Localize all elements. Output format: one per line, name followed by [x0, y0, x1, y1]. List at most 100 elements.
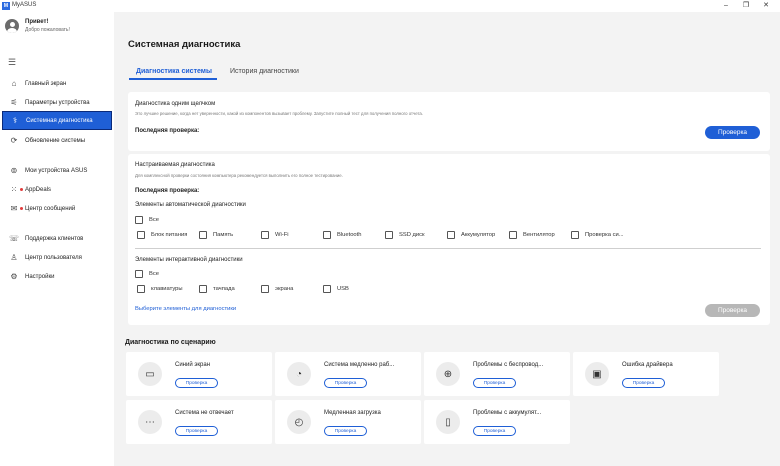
apps-grid-icon: ⁙	[5, 185, 23, 194]
interactive-item-keyboard-checkbox[interactable]: клавиатуры	[137, 285, 183, 293]
tab-system-diagnosis[interactable]: Диагностика системы	[136, 68, 212, 75]
one-click-last-check: Последняя проверка:	[135, 128, 200, 134]
scenario-section-title: Диагностика по сценарию	[125, 339, 216, 346]
sidebar: Привет! Добро пожаловать! ☰ ⌂ Главный эк…	[0, 12, 113, 466]
scenario-check-button[interactable]: Проверка	[175, 378, 218, 388]
sidebar-item-system-update[interactable]: ⟳ Обновление системы	[2, 131, 112, 150]
headset-icon: ☏	[8, 234, 19, 243]
interactive-item-usb-checkbox[interactable]: USB	[323, 285, 349, 293]
interactive-diagnosis-label: Элементы интерактивной диагностики	[135, 257, 243, 263]
app-logo-icon: M	[2, 2, 10, 10]
scenario-check-button[interactable]: Проверка	[473, 378, 516, 388]
checkbox-box[interactable]	[323, 231, 331, 239]
sidebar-item-customer-support[interactable]: ☏ Поддержка клиентов	[2, 229, 112, 248]
auto-item-bluetooth-checkbox[interactable]: Bluetooth	[323, 231, 362, 239]
one-click-diagnosis-card: Диагностика одним щелчком Это лучшее реш…	[128, 92, 770, 151]
scenario-title: Ошибка драйвера	[622, 362, 673, 368]
globe-icon: ⊕	[436, 362, 460, 386]
checkbox-box[interactable]	[447, 231, 455, 239]
sidebar-item-label: Центр пользователя	[25, 254, 82, 261]
checkbox-box[interactable]	[261, 231, 269, 239]
checkbox-box[interactable]	[135, 216, 143, 224]
scenario-card-blue-screen: ▭ Синий экран Проверка	[126, 352, 272, 396]
checkbox-box[interactable]	[385, 231, 393, 239]
scenario-card-not-responding: ⋯ Система не отвечает Проверка	[126, 400, 272, 444]
maximize-button[interactable]: ❐	[740, 1, 752, 11]
greeting-title: Привет!	[25, 19, 49, 25]
checkbox-box[interactable]	[509, 231, 517, 239]
sidebar-item-message-center[interactable]: ✉ Центр сообщений	[2, 199, 112, 218]
checkbox-box[interactable]	[323, 285, 331, 293]
sidebar-item-user-center[interactable]: ♙ Центр пользователя	[2, 248, 112, 267]
scenario-title: Проблемы с аккумулят...	[473, 410, 542, 416]
update-icon: ⟳	[10, 136, 18, 145]
auto-item-system-check-checkbox[interactable]: Проверка си...	[571, 231, 624, 239]
scenario-card-wireless: ⊕ Проблемы с беспровод... Проверка	[424, 352, 570, 396]
sidebar-item-settings[interactable]: ⚙ Настройки	[2, 267, 112, 286]
one-click-title: Диагностика одним щелчком	[135, 101, 216, 107]
auto-item-battery-checkbox[interactable]: Аккумулятор	[447, 231, 495, 239]
gear-icon: ⚙	[10, 272, 18, 281]
home-icon: ⌂	[11, 79, 17, 88]
tab-diagnosis-history[interactable]: История диагностики	[230, 68, 299, 75]
sidebar-item-my-devices[interactable]: ⊚ Мои устройства ASUS	[2, 161, 112, 180]
user-icon: ♙	[10, 253, 18, 262]
scenario-check-button[interactable]: Проверка	[324, 426, 367, 436]
custom-check-button[interactable]: Проверка	[705, 304, 760, 317]
scenario-check-button[interactable]: Проверка	[473, 426, 516, 436]
checkbox-box[interactable]	[199, 285, 207, 293]
main-content: Системная диагностика Диагностика систем…	[114, 12, 780, 466]
scenario-card-slow-system: ◔ Система медленно раб... Проверка	[275, 352, 421, 396]
auto-item-ssd-checkbox[interactable]: SSD диск	[385, 231, 425, 239]
interactive-all-checkbox[interactable]: Все	[135, 270, 159, 278]
monitor-icon: ▭	[138, 362, 162, 386]
scenario-card-slow-boot: ◴ Медленная загрузка Проверка	[275, 400, 421, 444]
checkbox-box[interactable]	[571, 231, 579, 239]
sidebar-item-label: Главный экран	[25, 80, 67, 87]
driver-icon: ▣	[585, 362, 609, 386]
sidebar-item-appdeals[interactable]: ⁙ AppDeals	[2, 180, 112, 199]
minimize-button[interactable]: –	[720, 1, 732, 11]
speedometer-icon: ◔	[287, 362, 311, 386]
scenario-title: Проблемы с беспровод...	[473, 362, 544, 368]
select-items-link[interactable]: Выберите элементы для диагностики	[135, 306, 236, 312]
auto-item-power-checkbox[interactable]: Блок питания	[137, 231, 187, 239]
sidebar-item-label: AppDeals	[25, 186, 52, 193]
auto-item-memory-checkbox[interactable]: Память	[199, 231, 233, 239]
scenario-check-button[interactable]: Проверка	[175, 426, 218, 436]
scenario-check-button[interactable]: Проверка	[622, 378, 665, 388]
checkbox-box[interactable]	[137, 231, 145, 239]
auto-item-fan-checkbox[interactable]: Вентилятор	[509, 231, 555, 239]
interactive-item-touchpad-checkbox[interactable]: тачпада	[199, 285, 235, 293]
menu-icon[interactable]: ☰	[8, 58, 16, 67]
checkbox-box[interactable]	[199, 231, 207, 239]
one-click-description: Это лучшее решение, когда нет уверенност…	[135, 111, 423, 116]
checkbox-box[interactable]	[137, 285, 145, 293]
interactive-item-display-checkbox[interactable]: экрана	[261, 285, 293, 293]
auto-all-checkbox[interactable]: Все	[135, 216, 159, 224]
checkbox-box[interactable]	[261, 285, 269, 293]
sidebar-item-label: Системная диагностика	[26, 117, 93, 124]
custom-title: Настраиваемая диагностика	[135, 162, 215, 168]
battery-icon: ▯	[436, 410, 460, 434]
auto-diagnosis-label: Элементы автоматической диагностики	[135, 202, 246, 208]
sidebar-item-device-settings[interactable]: ⚟ Параметры устройства	[2, 93, 112, 112]
section-divider	[135, 248, 761, 249]
devices-icon: ⊚	[10, 166, 18, 175]
sidebar-item-label: Настройки	[25, 273, 55, 280]
auto-item-wifi-checkbox[interactable]: Wi-Fi	[261, 231, 289, 239]
scenario-check-button[interactable]: Проверка	[324, 378, 367, 388]
avatar-icon[interactable]	[5, 19, 19, 33]
sidebar-item-home[interactable]: ⌂ Главный экран	[2, 74, 112, 93]
sidebar-item-label: Поддержка клиентов	[25, 235, 84, 242]
close-button[interactable]: ✕	[760, 1, 772, 11]
page-title: Системная диагностика	[128, 39, 241, 50]
scenario-title: Система не отвечает	[175, 410, 234, 416]
one-click-check-button[interactable]: Проверка	[705, 126, 760, 139]
sidebar-item-label: Мои устройства ASUS	[25, 167, 88, 174]
sliders-icon: ⚟	[10, 98, 18, 107]
clock-icon: ◴	[287, 410, 311, 434]
sidebar-item-system-diagnosis[interactable]: ⚕ Системная диагностика	[2, 111, 112, 130]
custom-diagnosis-card: Настраиваемая диагностика Для комплексно…	[128, 154, 770, 325]
checkbox-box[interactable]	[135, 270, 143, 278]
